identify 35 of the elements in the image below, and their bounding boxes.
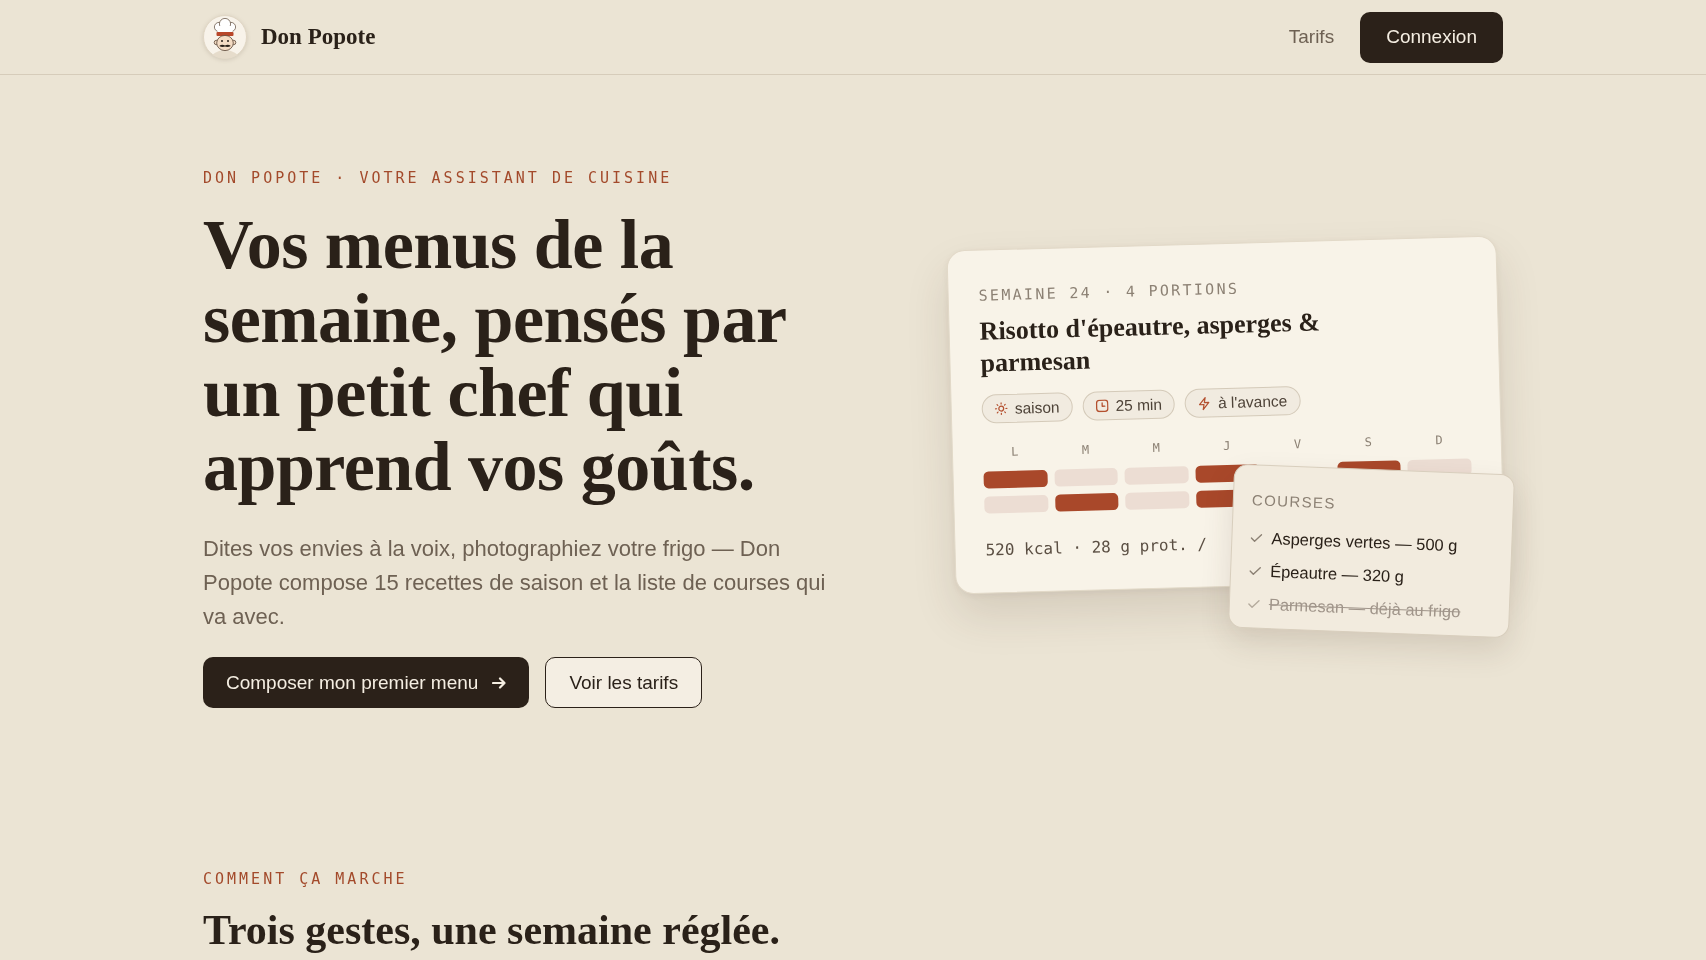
- check-icon: [1247, 598, 1261, 608]
- shopping-item-text: Épeautre — 320 g: [1269, 560, 1405, 587]
- week-meta-text: SEMAINE 24 · 4 PORTIONS: [978, 279, 1240, 305]
- section-eyebrow: COMMENT ÇA MARCHE: [203, 869, 408, 889]
- day-label: M: [1081, 443, 1090, 457]
- hero-headline: Vos menus de la semaine, pensés par un petit chef qui apprend vos goûts.: [203, 208, 787, 504]
- shopping-item-text: Asperges vertes — 500 g: [1271, 527, 1458, 556]
- recipe-title: Risotto d'épeautre, asperges & parmesan: [979, 305, 1322, 380]
- section-title: Trois gestes, une semaine réglée.: [203, 906, 780, 954]
- lightning-icon: [1197, 395, 1212, 410]
- nav-link[interactable]: Tarifs: [1288, 26, 1335, 48]
- arrow-icon: [492, 676, 507, 689]
- secondary-button[interactable]: Voir les tarifs: [545, 657, 703, 708]
- check-icon: [1249, 565, 1262, 575]
- clock-icon: [1095, 398, 1109, 413]
- day-label: D: [1435, 433, 1443, 447]
- tag-label: à l'avance: [1217, 391, 1288, 412]
- eyebrow-text: DON POPOTE · VOTRE ASSISTANT DE CUISINE: [203, 168, 673, 188]
- check-icon: [1250, 532, 1263, 542]
- hero-description: Dites vos envies à la voix, photographiez votre frigo — Don Popote compose 15 recettes de saison et la liste de courses qui va avec.: [203, 535, 827, 631]
- tag-label: 25 min: [1115, 394, 1163, 414]
- brand-name[interactable]: Don Popote: [261, 24, 376, 50]
- shopping-item-text: Parmesan — déjà au frigo: [1268, 593, 1461, 622]
- day-label: V: [1293, 437, 1302, 451]
- nutrition-text: 520 kcal · 28 g prot. /: [985, 534, 1208, 561]
- primary-button[interactable]: Composer mon premier menu: [203, 657, 530, 708]
- chef-logo-icon: [203, 15, 247, 59]
- shopping-list-title: COURSES: [1251, 490, 1337, 513]
- day-label: J: [1223, 439, 1231, 453]
- day-label: S: [1364, 435, 1372, 449]
- tag-label: saison: [1014, 397, 1060, 417]
- sun-icon: [994, 401, 1008, 415]
- day-label: L: [1011, 445, 1019, 459]
- day-label: M: [1152, 441, 1160, 455]
- login-button[interactable]: Connexion: [1360, 11, 1503, 63]
